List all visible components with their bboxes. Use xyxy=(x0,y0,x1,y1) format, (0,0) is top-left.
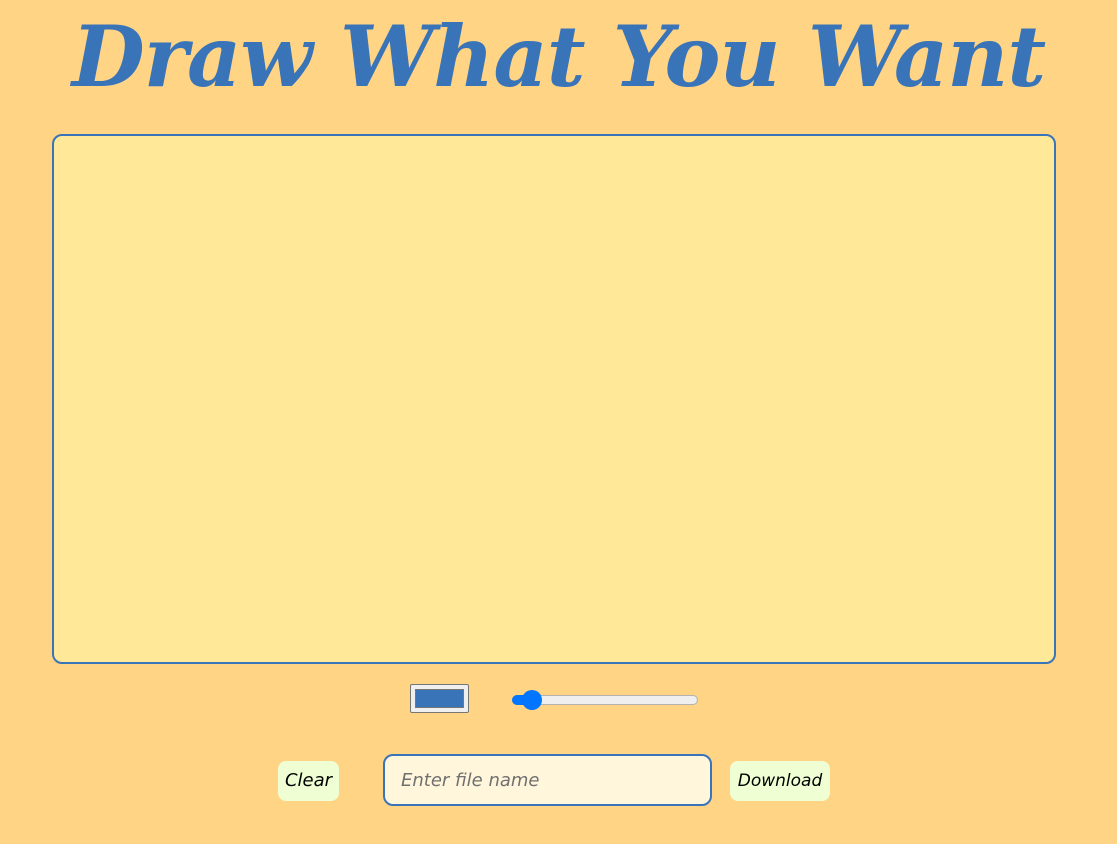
filename-input[interactable] xyxy=(383,754,712,806)
color-swatch xyxy=(415,689,464,708)
color-picker[interactable] xyxy=(410,684,469,713)
page-title: Draw What You Want xyxy=(71,7,1046,106)
download-button[interactable]: Download xyxy=(730,761,830,801)
clear-button[interactable]: Clear xyxy=(278,761,339,801)
brush-size-slider[interactable] xyxy=(512,690,698,710)
slider-thumb[interactable] xyxy=(521,690,542,710)
drawing-canvas[interactable] xyxy=(52,134,1056,664)
